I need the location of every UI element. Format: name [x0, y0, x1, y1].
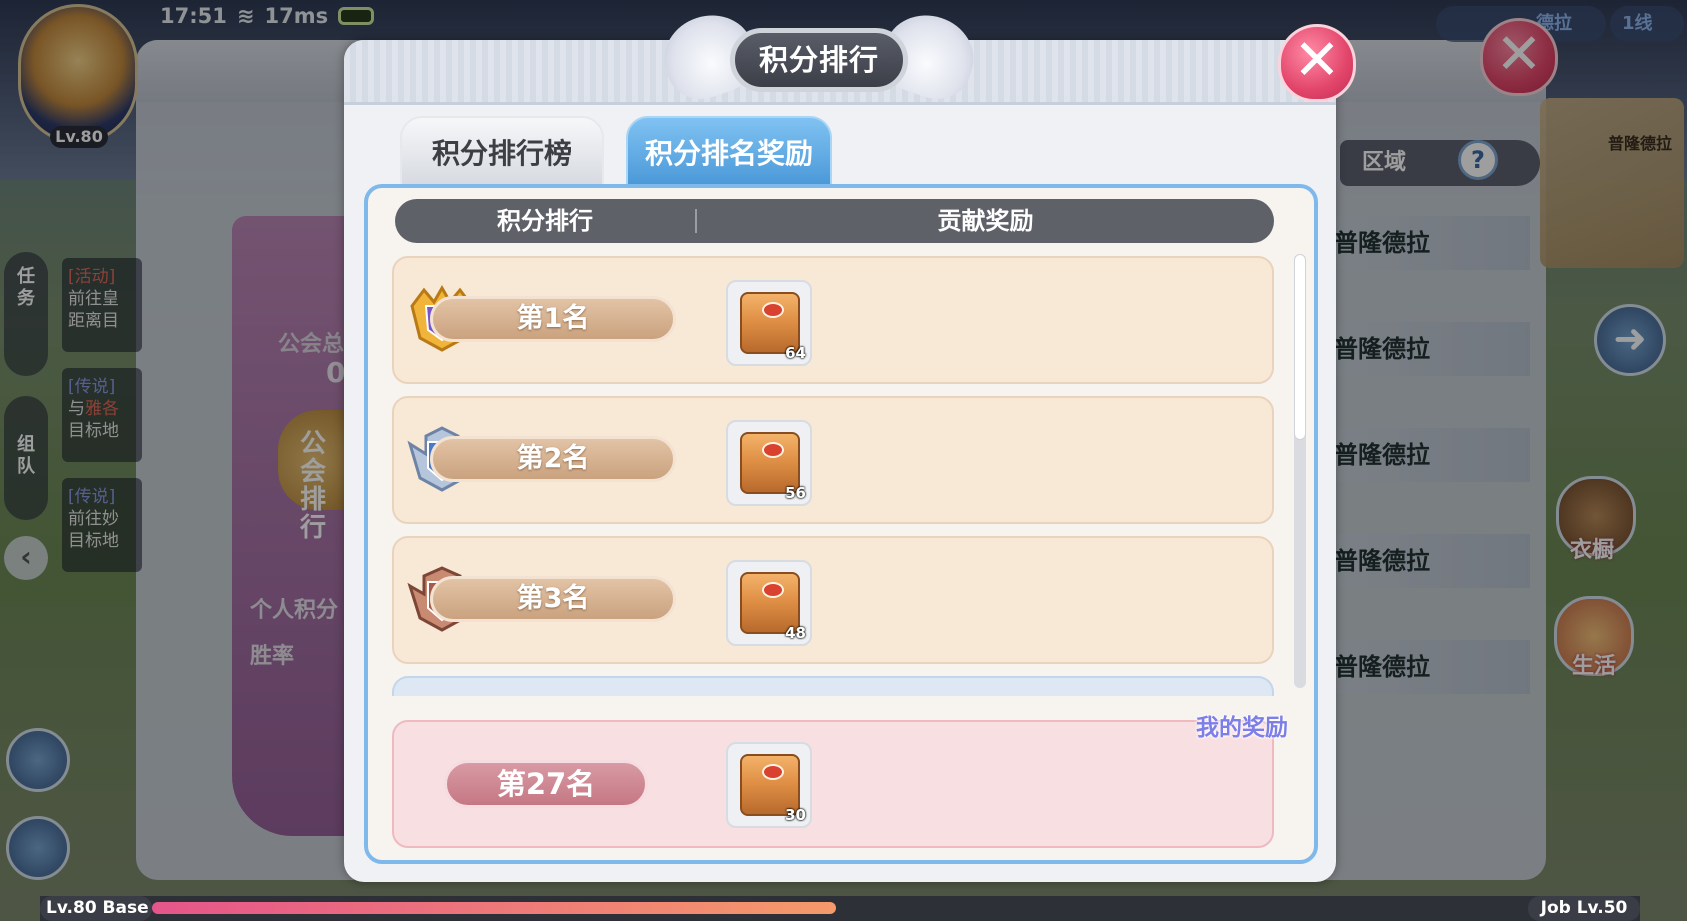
my-reward-label: 我的奖励: [1196, 715, 1288, 741]
reward-quantity: 30: [785, 806, 806, 824]
column-reward-header: 贡献奖励: [937, 207, 1034, 235]
reward-item-slot[interactable]: 48: [726, 560, 812, 646]
list-scrollbar-thumb[interactable]: [1294, 254, 1306, 440]
rank-label: 第3名: [430, 576, 676, 622]
rank-row-partial: [392, 676, 1274, 696]
table-header: 积分排行 贡献奖励: [395, 199, 1274, 243]
tab-ranking-list[interactable]: 积分排行榜: [400, 116, 604, 188]
reward-item-slot[interactable]: 56: [726, 420, 812, 506]
column-rank-header: 积分排行: [497, 207, 593, 235]
job-level-label: Job Lv.50: [1528, 896, 1640, 921]
reward-item-slot[interactable]: 64: [726, 280, 812, 366]
tab-ranking-reward[interactable]: 积分排名奖励: [626, 116, 832, 188]
my-rank-label: 第27名: [444, 760, 648, 808]
rank-label: 第2名: [430, 436, 676, 482]
my-reward-item-slot[interactable]: 30: [726, 742, 812, 828]
rank-label: 第1名: [430, 296, 676, 342]
reward-quantity: 56: [785, 484, 806, 502]
reward-quantity: 48: [785, 624, 806, 642]
dialog-header-divider: [344, 102, 1336, 105]
dialog-title: 积分排行: [730, 28, 908, 92]
reward-quantity: 64: [785, 344, 806, 362]
base-experience-fill: [152, 902, 836, 914]
close-button[interactable]: ✕: [1278, 24, 1356, 102]
base-level-label: Lv.80 Base: [40, 896, 152, 921]
